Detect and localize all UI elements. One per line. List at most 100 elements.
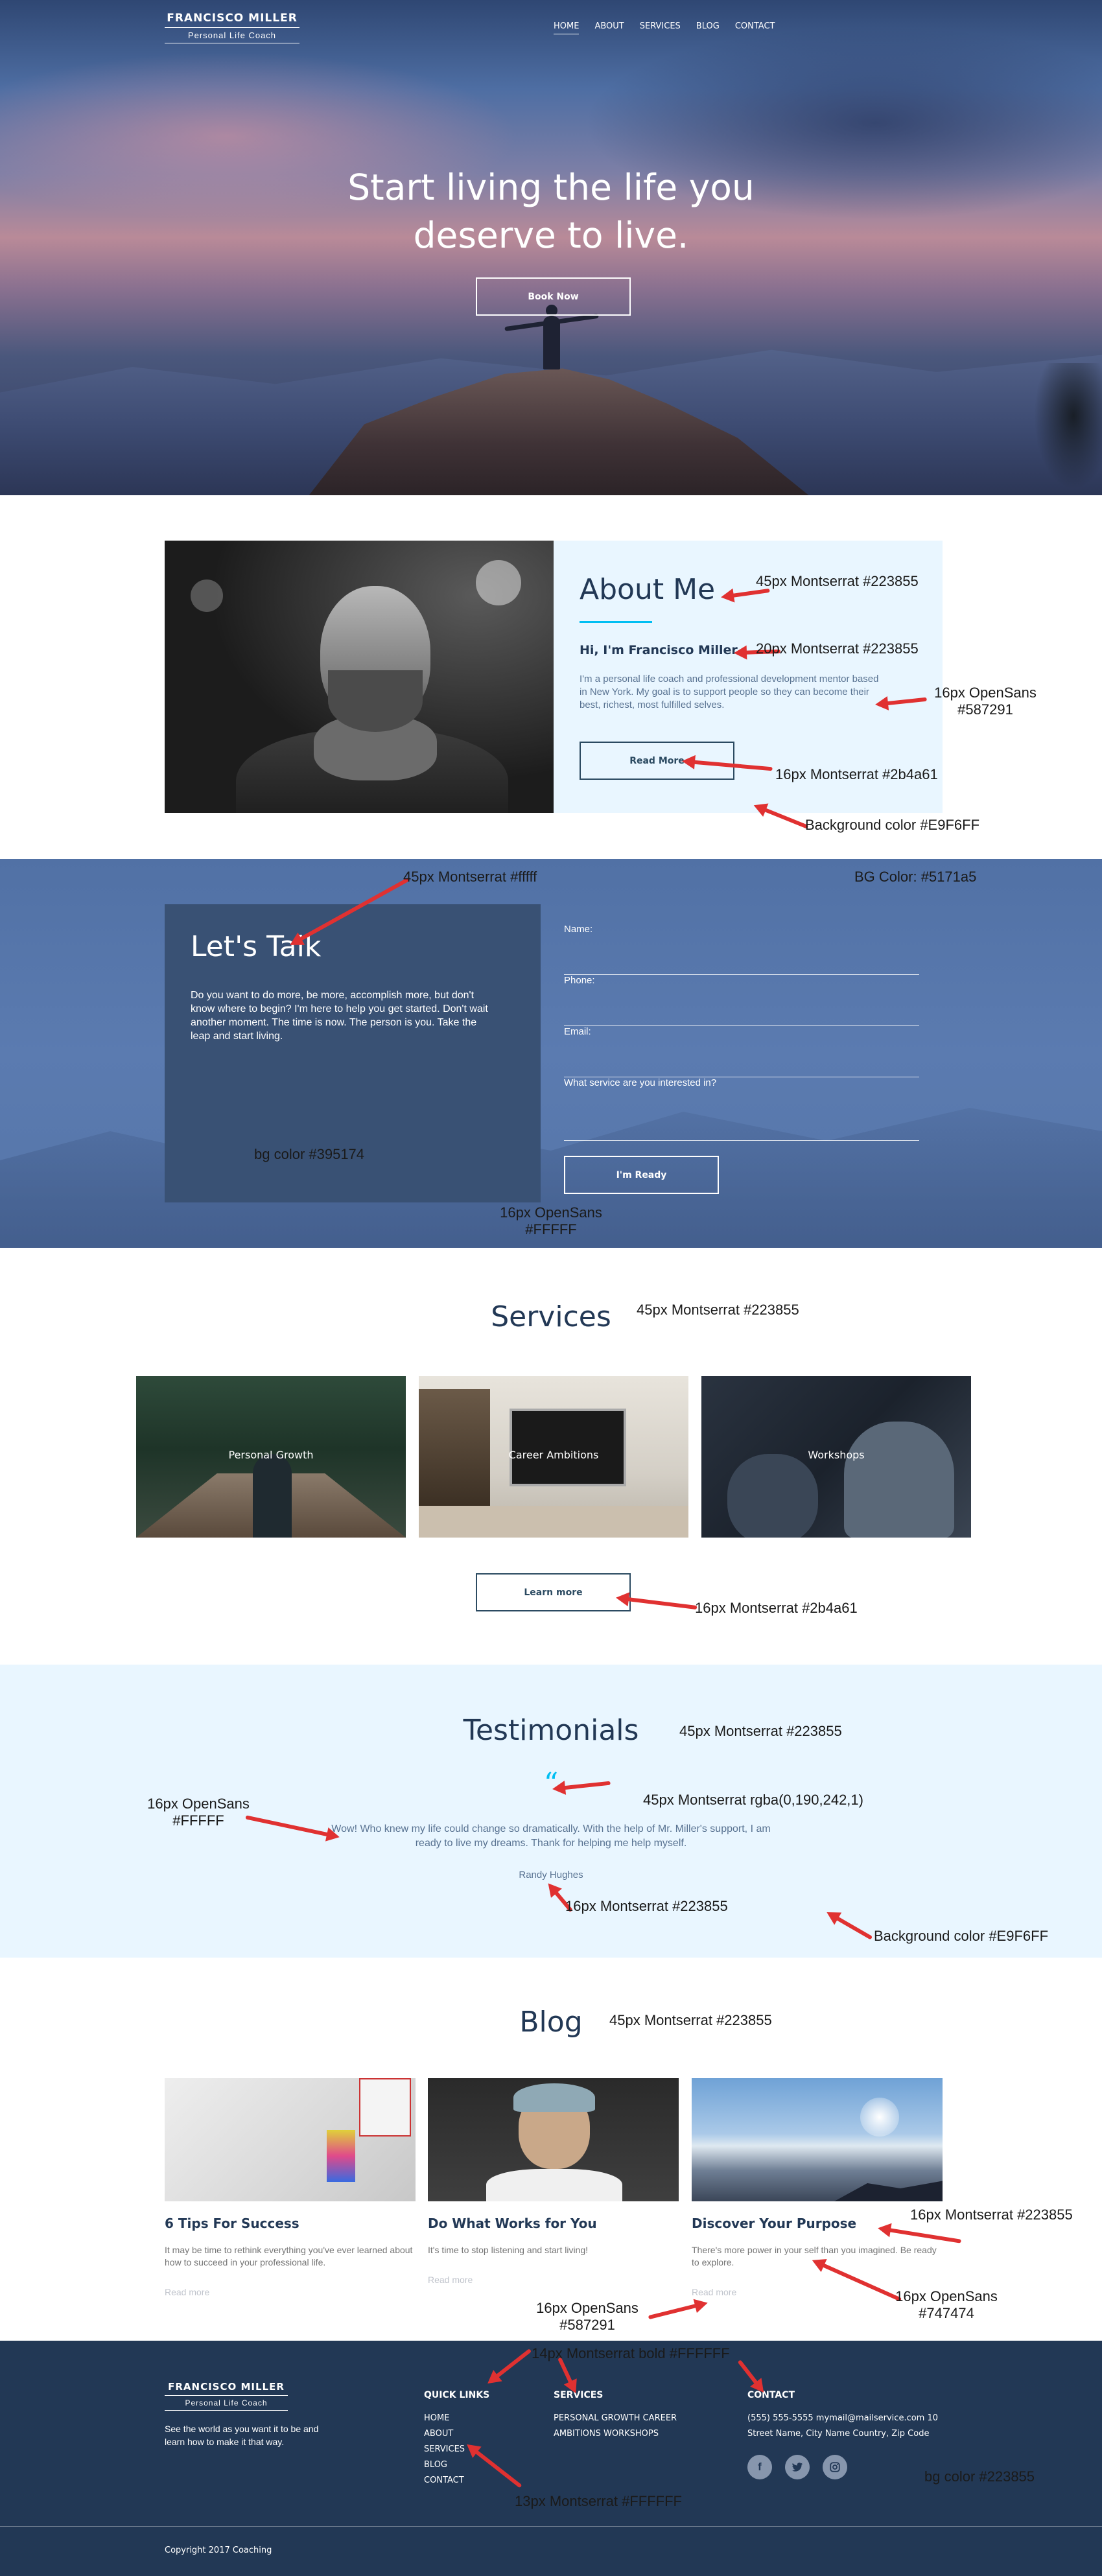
instagram-icon[interactable] bbox=[823, 2455, 847, 2479]
annotation-about-text-line2: #587291 bbox=[957, 701, 1013, 718]
testimonial-author: Randy Hughes bbox=[519, 1869, 583, 1880]
photo-bokeh bbox=[476, 560, 521, 605]
footer-link-home[interactable]: HOME bbox=[424, 2411, 489, 2426]
annotation-services-title: 45px Montserrat #223855 bbox=[637, 1302, 799, 1318]
read-more-button[interactable]: Read More bbox=[580, 742, 734, 780]
photo-beard bbox=[328, 670, 423, 732]
name-field[interactable] bbox=[564, 939, 919, 970]
annotation-talk-box-bg: bg color #395174 bbox=[254, 1146, 365, 1162]
annotation-blog-excerpt: 16px OpenSans #747474 bbox=[869, 2288, 1024, 2322]
quote-icon: “ bbox=[543, 1767, 559, 1800]
annotation-about-hi: 20px Montserrat #223855 bbox=[756, 640, 919, 657]
hero-title-line2: deserve to live. bbox=[413, 215, 689, 256]
service-image-shelf bbox=[419, 1389, 490, 1506]
blog-post-image[interactable] bbox=[428, 2078, 679, 2201]
read-more-link[interactable]: Read more bbox=[165, 2287, 209, 2297]
blog-post-image[interactable] bbox=[165, 2078, 416, 2201]
blog-post: Do What Works for You It's time to stop … bbox=[428, 2078, 679, 2286]
service-label: Personal Growth bbox=[228, 1449, 314, 1461]
footer-divider bbox=[0, 2526, 1102, 2527]
service-card-personal-growth[interactable]: Personal Growth bbox=[136, 1376, 406, 1538]
annotation-about-title: 45px Montserrat #223855 bbox=[756, 573, 919, 589]
service-image-person bbox=[253, 1454, 292, 1538]
annotation-blog-post-title: 16px Montserrat #223855 bbox=[910, 2207, 1073, 2223]
annotation-testimonials-title: 45px Montserrat #223855 bbox=[679, 1723, 842, 1739]
name-label: Name: bbox=[564, 924, 593, 935]
annotation-about-text-line1: 16px OpenSans bbox=[934, 685, 1037, 701]
annotation-quote: 45px Montserrat rgba(0,190,242,1) bbox=[643, 1792, 863, 1808]
twitter-icon[interactable] bbox=[785, 2455, 810, 2479]
read-more-link[interactable]: Read more bbox=[428, 2275, 473, 2285]
services-title: Services bbox=[491, 1300, 611, 1333]
footer: FRANCISCO MILLER Personal Life Coach See… bbox=[0, 2341, 1102, 2576]
footer-brand-logo[interactable]: FRANCISCO MILLER Personal Life Coach bbox=[165, 2381, 288, 2411]
testimonial-text: Wow! Who knew my life could change so dr… bbox=[331, 1823, 771, 1849]
footer-heading: QUICK LINKS bbox=[424, 2390, 490, 2400]
annotation-talk-text-line1: 16px OpenSans bbox=[500, 1204, 602, 1221]
read-more-link[interactable]: Read more bbox=[692, 2287, 736, 2297]
annotation-blog-more-line2: #587291 bbox=[559, 2317, 615, 2333]
service-field[interactable] bbox=[564, 1093, 919, 1124]
footer-services: SERVICES PERSONAL GROWTH CAREER AMBITION… bbox=[554, 2390, 677, 2442]
blog-post-title[interactable]: Do What Works for You bbox=[428, 2216, 679, 2231]
talk-text: Do you want to do more, be more, accompl… bbox=[191, 990, 488, 1042]
blog-post: 6 Tips For Success It may be time to ret… bbox=[165, 2078, 416, 2299]
hero-tree bbox=[1031, 363, 1102, 495]
annotation-talk-bg: BG Color: #5171a5 bbox=[854, 869, 977, 885]
about-text: I'm a personal life coach and profession… bbox=[580, 673, 879, 710]
footer-services-line[interactable]: AMBITIONS WORKSHOPS bbox=[554, 2426, 677, 2442]
annotation-footer-link: 13px Montserrat #FFFFFF bbox=[515, 2493, 682, 2509]
footer-services-line[interactable]: PERSONAL GROWTH CAREER bbox=[554, 2411, 677, 2426]
learn-more-button[interactable]: Learn more bbox=[476, 1573, 631, 1611]
phone-field-group: Phone: bbox=[564, 975, 919, 1026]
nav-about[interactable]: ABOUT bbox=[594, 21, 624, 34]
about-title: About Me bbox=[580, 573, 716, 606]
service-label: Workshops bbox=[808, 1449, 865, 1461]
annotation-blog-more-line1: 16px OpenSans bbox=[536, 2300, 639, 2316]
nav-home[interactable]: HOME bbox=[554, 21, 580, 34]
facebook-icon[interactable]: f bbox=[747, 2455, 772, 2479]
service-label: Career Ambitions bbox=[508, 1449, 599, 1461]
footer-link-blog[interactable]: BLOG bbox=[424, 2457, 489, 2473]
footer-link-contact[interactable]: CONTACT bbox=[424, 2473, 489, 2488]
annotation-about-text: 16px OpenSans #587291 bbox=[920, 685, 1050, 718]
blog-post-title[interactable]: 6 Tips For Success bbox=[165, 2216, 416, 2231]
service-label: What service are you interested in? bbox=[564, 1077, 717, 1088]
image-poster bbox=[359, 2078, 411, 2137]
email-field[interactable] bbox=[564, 1042, 919, 1073]
contact-form: Name: Phone: Email: What service are you… bbox=[564, 924, 919, 1194]
name-field-group: Name: bbox=[564, 924, 919, 975]
footer-link-about[interactable]: ABOUT bbox=[424, 2426, 489, 2442]
annotation-talk-title: 45px Montserrat #fffff bbox=[403, 869, 537, 885]
about-photo bbox=[165, 541, 554, 813]
brand-tagline: Personal Life Coach bbox=[187, 30, 277, 40]
about-greeting: Hi, I'm Francisco Miller. bbox=[580, 643, 741, 657]
blog-post-title[interactable]: Discover Your Purpose bbox=[692, 2216, 943, 2231]
phone-field[interactable] bbox=[564, 990, 919, 1022]
email-field-group: Email: bbox=[564, 1026, 919, 1077]
brand-logo[interactable]: FRANCISCO MILLER Personal Life Coach bbox=[165, 12, 299, 43]
footer-contact: CONTACT (555) 555-5555 mymail@mailservic… bbox=[747, 2390, 938, 2442]
brand-rule bbox=[165, 27, 299, 28]
brand-rule bbox=[165, 2410, 288, 2411]
nav-blog[interactable]: BLOG bbox=[696, 21, 720, 34]
annotation-arrow bbox=[622, 1597, 698, 1610]
book-now-button[interactable]: Book Now bbox=[476, 277, 631, 316]
footer-brand-tagline: Personal Life Coach bbox=[185, 2398, 268, 2407]
hero-person-silhouette bbox=[543, 305, 560, 369]
annotation-blog-more: 16px OpenSans #587291 bbox=[510, 2300, 665, 2334]
contact-section: Let's Talk Do you want to do more, be mo… bbox=[0, 859, 1102, 1248]
nav-contact[interactable]: CONTACT bbox=[735, 21, 775, 34]
nav-services[interactable]: SERVICES bbox=[640, 21, 681, 34]
instagram-camera-glyph bbox=[830, 2462, 840, 2472]
service-card-career-ambitions[interactable]: Career Ambitions bbox=[419, 1376, 688, 1538]
service-card-workshops[interactable]: Workshops bbox=[701, 1376, 971, 1538]
main-nav: HOME ABOUT SERVICES BLOG CONTACT bbox=[554, 21, 775, 34]
image-color-card bbox=[327, 2130, 355, 2182]
about-accent-rule bbox=[580, 621, 652, 623]
email-label: Email: bbox=[564, 1026, 591, 1037]
image-shirt bbox=[486, 2169, 622, 2201]
blog-title: Blog bbox=[519, 2006, 583, 2039]
blog-post-image[interactable] bbox=[692, 2078, 943, 2201]
im-ready-button[interactable]: I'm Ready bbox=[564, 1156, 719, 1194]
